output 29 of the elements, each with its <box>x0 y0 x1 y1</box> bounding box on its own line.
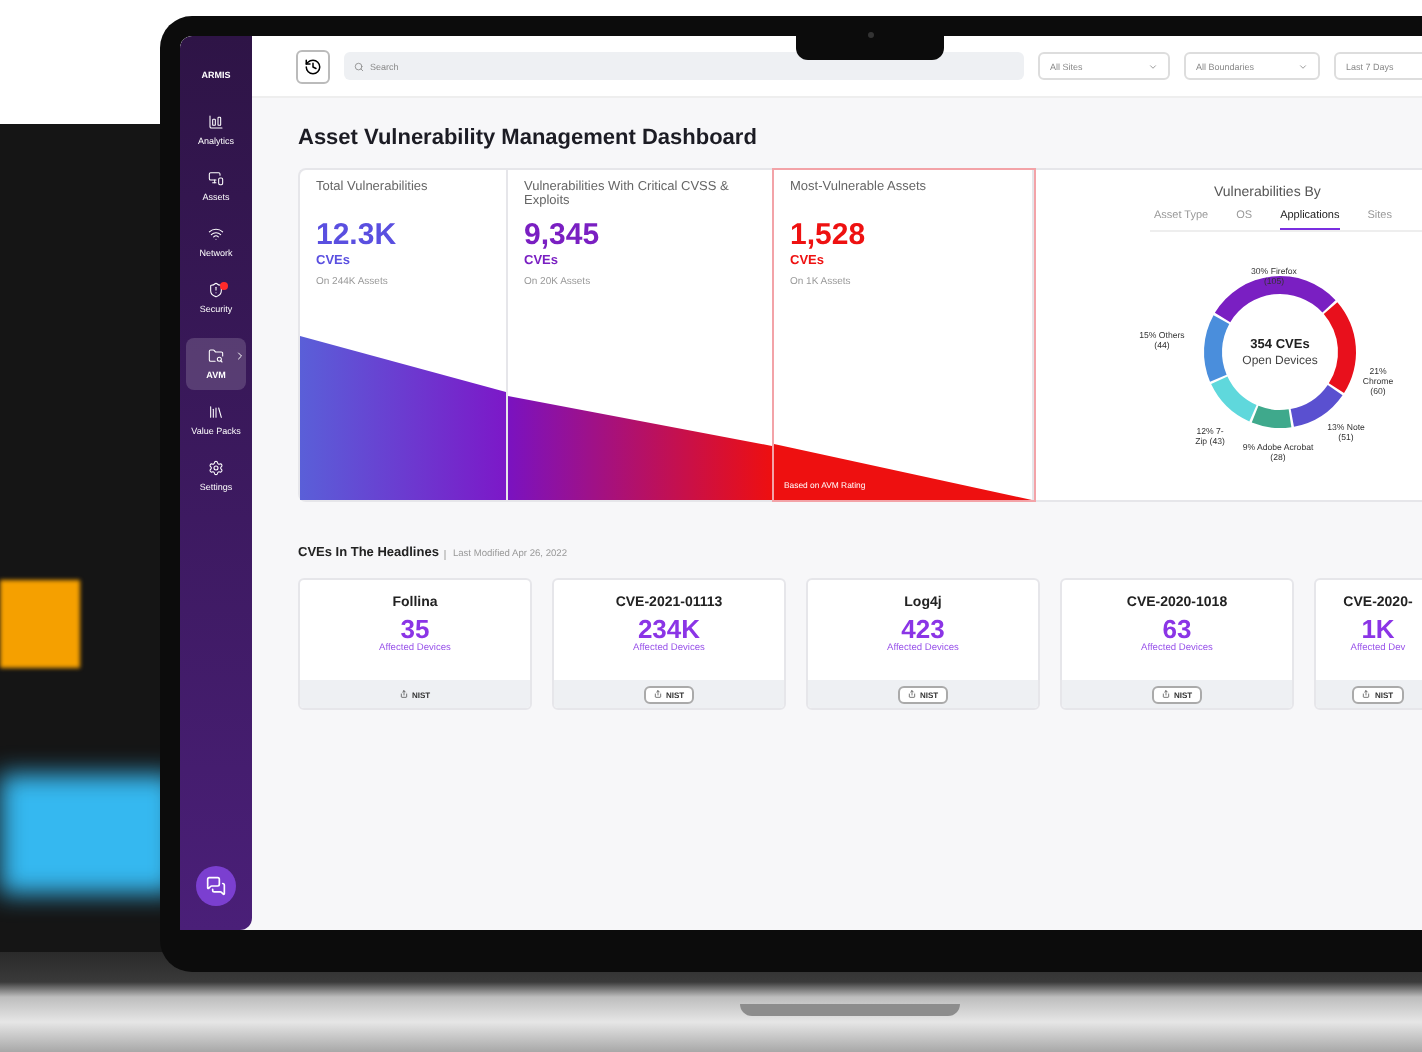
caret-icon <box>1148 61 1158 71</box>
stat-value: 12.3K <box>314 216 399 252</box>
affected-count: 35 <box>400 614 430 644</box>
affected-count: 63 <box>1162 614 1192 644</box>
stat-value: 1,528 <box>788 216 868 252</box>
history-icon <box>304 57 322 75</box>
folder-search-icon <box>208 348 224 364</box>
share-icon <box>1161 690 1170 698</box>
shield-icon <box>208 282 224 298</box>
share-icon <box>1362 690 1371 698</box>
share-icon <box>653 690 662 698</box>
signal-icon <box>208 226 224 242</box>
chevron-icon <box>234 350 246 362</box>
library-icon <box>208 404 224 420</box>
chat-icon <box>206 876 226 896</box>
monitor-icon <box>208 170 224 186</box>
search-icon <box>354 61 364 71</box>
history-button[interactable] <box>296 49 330 83</box>
affected-count: 234K <box>637 614 701 644</box>
help-chat-button[interactable] <box>196 866 236 906</box>
page-title: Asset Vulnerability Management Dashboard <box>298 126 759 150</box>
caret-icon <box>1298 61 1308 71</box>
settings-icon <box>208 460 224 476</box>
share-icon <box>907 690 916 698</box>
stat-value: 9,345 <box>522 216 602 252</box>
affected-count: 1K <box>1361 614 1395 644</box>
share-icon <box>399 690 408 698</box>
bar-chart-icon <box>208 114 224 130</box>
affected-count: 423 <box>901 614 945 644</box>
